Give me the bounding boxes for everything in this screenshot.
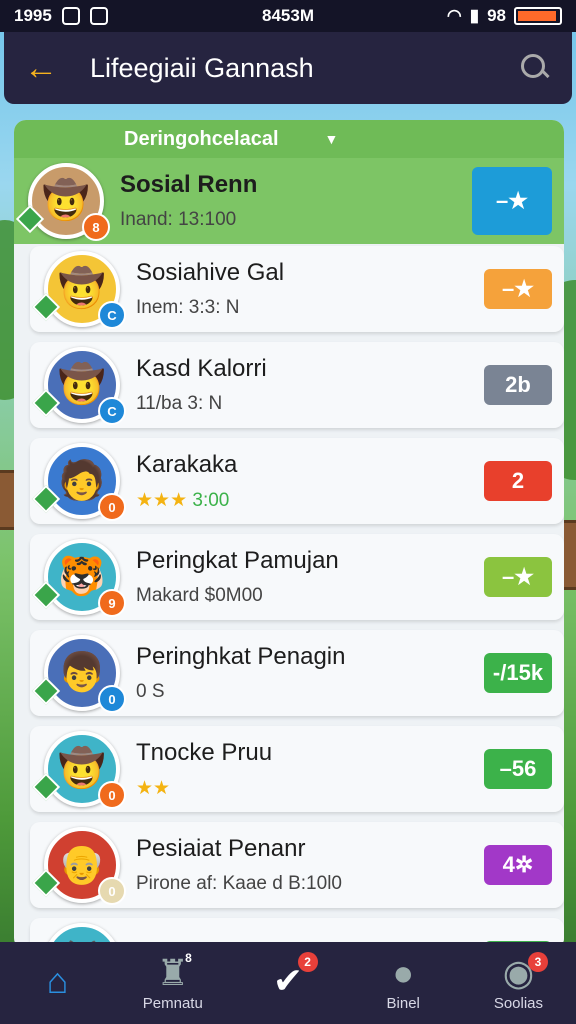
rank-badge: 0 (98, 781, 126, 809)
status-bar: 1995 8453M ◠ ▮ 98 (0, 0, 576, 32)
nav-item[interactable]: ⌂ (0, 942, 115, 1024)
chevron-down-icon[interactable]: ▼ (325, 131, 339, 147)
dropdown-label: Deringohcelacal (124, 127, 279, 150)
status-time: 1995 (14, 6, 52, 25)
page-title: Lifeegiaii Gannash (90, 52, 314, 83)
avatar: 👴 0 (31, 827, 126, 905)
notification-badge: 3 (528, 952, 549, 972)
player-name: Peringhkat Penagin (136, 643, 346, 670)
person-icon: ● (392, 951, 415, 993)
battery-icon (514, 7, 562, 25)
status-center-text: 8453M (262, 6, 314, 25)
avatar: 👦 0 (31, 635, 126, 713)
action-button[interactable]: –★ (472, 167, 552, 235)
star-rating: ★★ (136, 777, 171, 799)
panel-header[interactable]: Deringohcelacal ▼ (14, 120, 564, 158)
list-item[interactable]: 🤠 8 Sosial Renn Inand: 13:100 –★ (14, 158, 564, 244)
player-name: Kasd Kalorri (136, 355, 267, 382)
arrow-left-icon[interactable]: ← (24, 51, 74, 85)
list-item[interactable]: 👴 0 Pesiaiat Penanr Pirone af: Kaae d B:… (30, 822, 564, 908)
nav-item[interactable]: ◉ Soolias 3 (461, 942, 576, 1024)
app-header: ← Lifeegiaii Gannash (4, 32, 572, 104)
search-icon[interactable] (518, 51, 552, 85)
notification-icon (89, 7, 108, 25)
star-rating: ★★★ (136, 489, 188, 511)
action-button[interactable]: 4✲ (484, 845, 552, 885)
rank-badge: 0 (98, 685, 126, 713)
score-text: Inand: 13:100 (120, 209, 237, 230)
score-text: Pirone af: Kaae d B:10l0 (136, 873, 342, 894)
rank-badge: C (98, 301, 126, 329)
avatar: 🧑 0 (31, 443, 126, 521)
player-score: ★★ (136, 777, 484, 800)
score-text: 11/ba 3: N (136, 393, 223, 414)
list-item[interactable]: 🧑 0 Karakaka ★★★ 3:00 2 (30, 438, 564, 524)
player-score: Inem: 3:3: N (136, 297, 484, 319)
wifi-icon: ◠ (446, 6, 462, 25)
nav-item[interactable]: ♜ Pemnatu 8 (115, 942, 230, 1024)
score-extra: 3:00 (192, 489, 230, 511)
rank-badge: 8 (82, 213, 110, 241)
home-icon: ⌂ (46, 960, 69, 1001)
player-name: Sosiahive Gal (136, 259, 285, 286)
list-item[interactable]: 👦 0 Peringhkat Penagin 0 S -/15k (30, 630, 564, 716)
list-item[interactable]: 🤠 C Sosiahive Gal Inem: 3:3: N –★ (30, 246, 564, 332)
score-text: 0 S (136, 681, 165, 702)
list-item[interactable]: 🤠 C Kasd Kalorri 11/ba 3: N 2b (30, 342, 564, 428)
action-button[interactable]: –56 (484, 749, 552, 789)
battery-percent: 98 (487, 6, 506, 25)
notification-badge: 8 (185, 951, 192, 965)
action-button[interactable]: –★ (484, 269, 552, 309)
player-score: Inand: 13:100 (120, 209, 472, 231)
signal-icon: ▮ (469, 6, 480, 25)
player-score: Makard $0M00 (136, 585, 484, 607)
nav-label: Pemnatu (142, 994, 203, 1012)
avatar: 🤠 C (31, 251, 126, 329)
nav-label: Binel (386, 994, 420, 1012)
score-text: Inem: 3:3: N (136, 297, 240, 318)
notification-badge: 2 (297, 952, 318, 972)
nav-label: Soolias (493, 994, 544, 1012)
rank-badge: 9 (98, 589, 126, 617)
avatar: 🤠 0 (31, 731, 126, 809)
avatar: 🤠 C (31, 347, 126, 425)
nav-item[interactable]: ✔ 2 (230, 942, 345, 1024)
nav-item[interactable]: ● Binel (346, 942, 461, 1024)
list-item[interactable]: 🤠 0 Tnocke Pruu ★★ –56 (30, 726, 564, 812)
player-score: 11/ba 3: N (136, 393, 484, 415)
player-name: Sosial Renn (120, 171, 258, 198)
avatar: 🤠 8 (15, 163, 110, 241)
check-icon: ✔ (272, 960, 304, 1001)
action-button[interactable]: 2 (484, 461, 552, 501)
action-button[interactable]: -/15k (484, 653, 552, 693)
bottom-nav: ⌂ ♜ Pemnatu 8 ✔ 2 ● Binel ◉ Soolias 3 (0, 942, 576, 1024)
player-score: 0 S (136, 681, 484, 703)
player-score: Pirone af: Kaae d B:10l0 (136, 873, 484, 895)
player-name: Karakaka (136, 450, 238, 478)
rank-badge: C (98, 397, 126, 425)
player-name: Tnocke Pruu (136, 738, 273, 766)
list-item[interactable]: 🐯 9 Peringkat Pamujan Makard $0M00 –★ (30, 534, 564, 620)
action-button[interactable]: –★ (484, 557, 552, 597)
rank-badge: 0 (98, 493, 126, 521)
avatar: 🐯 9 (31, 539, 126, 617)
notification-icon (61, 7, 80, 25)
player-name: Pesiaiat Penanr (136, 835, 306, 862)
player-score: ★★★ 3:00 (136, 489, 484, 512)
action-button[interactable]: 2b (484, 365, 552, 405)
leaderboard-panel: Deringohcelacal ▼ 🤠 8 Sosial Renn Inand:… (14, 120, 564, 950)
rank-badge: 0 (98, 877, 126, 905)
score-text: Makard $0M00 (136, 585, 263, 606)
player-name: Peringkat Pamujan (136, 547, 339, 574)
